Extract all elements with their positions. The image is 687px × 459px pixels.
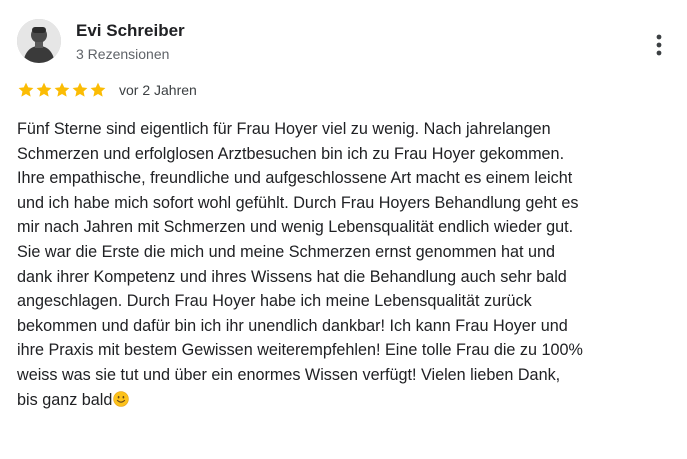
review-text-line: ihre Praxis mit bestem Gewissen weiterem…: [17, 341, 583, 360]
review-text-line: weiss was sie tut und über ein enormes W…: [17, 365, 561, 384]
review-text-line: angeschlagen. Durch Frau Hoyer habe ich …: [17, 292, 532, 311]
rating-row: vor 2 Jahren: [17, 80, 197, 100]
review-text-line: Fünf Sterne sind eigentlich für Frau Hoy…: [17, 120, 551, 138]
review-text-line: Schmerzen und erfolglosen Arztbesuchen b…: [17, 144, 565, 163]
review-card: Evi Schreiber 3 Rezensionen vor 2 Jahren…: [0, 0, 687, 459]
review-text-line: und ich habe mich sofort wohl gefühlt. D…: [17, 193, 579, 212]
review-text-line: bekommen und dafür bin ich ihr unendlich…: [17, 316, 568, 335]
review-text-line: mir nach Jahren mit Schmerzen und wenig …: [17, 218, 574, 237]
star-icon: [35, 81, 53, 99]
review-text-line: Ihre empathische, freundliche und aufges…: [17, 169, 573, 188]
star-icon: [53, 81, 71, 99]
star-icon: [89, 81, 107, 99]
person-avatar-icon[interactable]: [17, 19, 61, 63]
star-icon: [71, 81, 89, 99]
more-vertical-icon: [656, 34, 662, 56]
review-text-line: Sie war die Erste die mich und meine Sch…: [17, 242, 556, 261]
smiling-face-emoji-icon: [113, 390, 130, 407]
review-text: Fünf Sterne sind eigentlich für Frau Hoy…: [17, 117, 681, 412]
more-options-button[interactable]: [644, 30, 674, 60]
review-text-line: dank ihrer Kompetenz und ihres Wissens h…: [17, 267, 567, 286]
review-date: vor 2 Jahren: [119, 82, 197, 98]
review-text-line: bis ganz bald: [17, 388, 681, 413]
star-rating: [17, 81, 107, 99]
review-count[interactable]: 3 Rezensionen: [76, 46, 169, 62]
reviewer-name[interactable]: Evi Schreiber: [76, 21, 185, 41]
star-icon: [17, 81, 35, 99]
